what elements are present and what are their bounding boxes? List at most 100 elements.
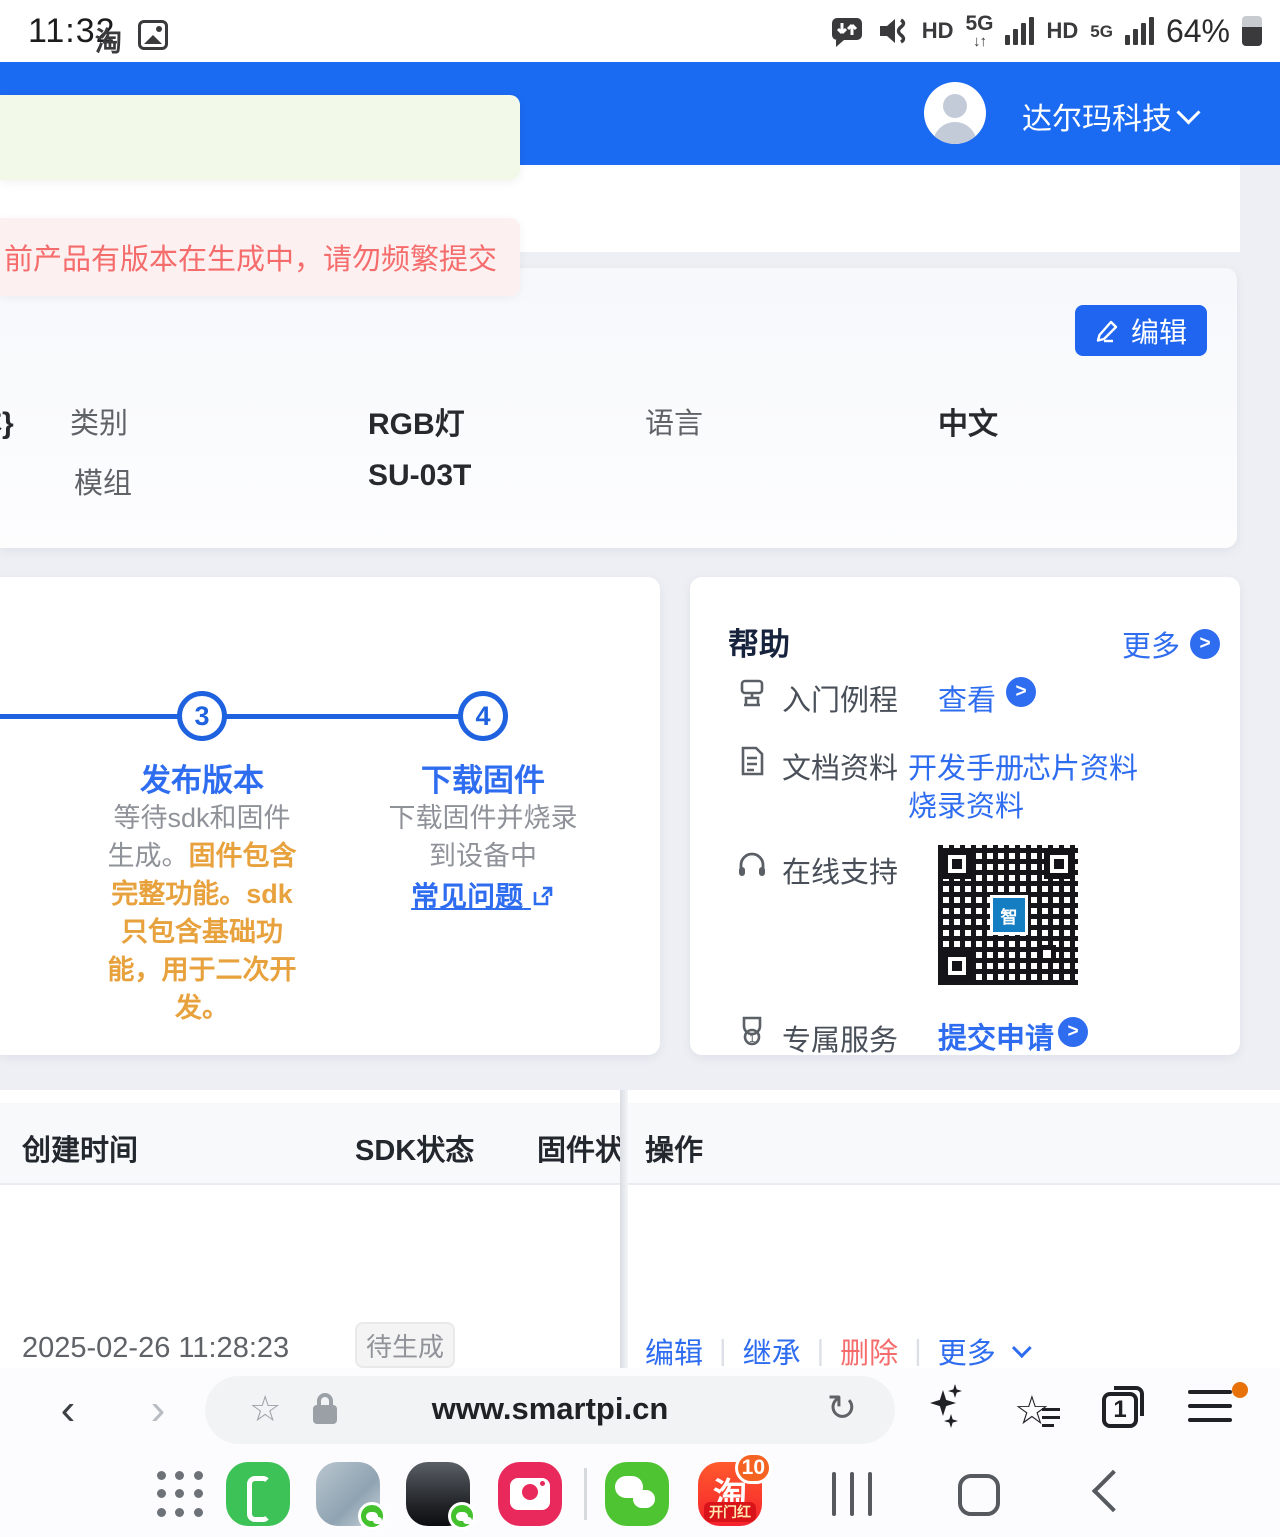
- dock-divider: [584, 1468, 587, 1520]
- account-name[interactable]: 达尔玛科技: [1022, 94, 1172, 138]
- browser-forward-button[interactable]: ›: [138, 1386, 178, 1434]
- taobao-notification-icon: 淘: [95, 20, 122, 59]
- col-created: 创建时间: [22, 1127, 138, 1169]
- chevron-down-icon[interactable]: [1178, 102, 1200, 124]
- action-delete[interactable]: 删除: [840, 1330, 898, 1372]
- step-4-description: 下载固件并烧录到设备中: [385, 799, 581, 875]
- 5g-signal-icon: 5G: [1090, 23, 1113, 40]
- menu-notification-dot: [1232, 1382, 1248, 1398]
- col-firmware-status: 固件状: [537, 1127, 624, 1169]
- browser-menu-button[interactable]: [1188, 1390, 1244, 1446]
- steps-progress-line: [0, 714, 483, 719]
- wechat-badge-icon: [448, 1502, 476, 1530]
- example-icon: [736, 677, 768, 709]
- wechat-badge-icon: [358, 1502, 386, 1530]
- screenshot-notification-icon: [138, 20, 168, 50]
- submit-application-link[interactable]: 提交申请: [938, 1015, 1054, 1057]
- table-header-row: 创建时间 SDK状态 固件状 操作: [0, 1103, 1280, 1185]
- document-icon: [736, 745, 768, 777]
- phone-app-icon[interactable]: [226, 1462, 290, 1526]
- edit-button-label: 编辑: [1131, 311, 1187, 351]
- pencil-icon: [1095, 318, 1121, 344]
- chevron-right-circle-icon[interactable]: >: [1058, 1017, 1088, 1047]
- refresh-icon[interactable]: ↻: [827, 1387, 857, 1429]
- action-more[interactable]: 更多: [938, 1330, 996, 1372]
- url-bar[interactable]: ☆ www.smartpi.cn ↻: [205, 1376, 895, 1444]
- chevron-right-circle-icon[interactable]: >: [1006, 677, 1036, 707]
- signal-bars-icon: [1005, 17, 1034, 45]
- qr-center-logo: 智: [990, 895, 1028, 935]
- sms-arrows-icon: [830, 14, 864, 48]
- avatar[interactable]: [924, 82, 986, 144]
- field-label-language: 语言: [645, 400, 703, 442]
- action-inherit[interactable]: 继承: [743, 1330, 801, 1372]
- 5g-data-icon: 5G↓↑: [965, 13, 993, 49]
- step-4-title: 下载固件: [363, 755, 603, 800]
- row-created-at: 2025-02-26 11:28:23: [22, 1332, 289, 1365]
- browser-back-button[interactable]: ‹: [48, 1386, 88, 1434]
- contact-shortcut-1[interactable]: [316, 1462, 380, 1526]
- help-card: 帮助 更多> 入门例程 查看 > 文档资料 开发手册 芯片资料 烧录资料 在线支…: [690, 577, 1240, 1055]
- row-actions: 编辑 | 继承 | 删除 | 更多: [645, 1330, 1026, 1372]
- wechat-app-icon[interactable]: [605, 1462, 669, 1526]
- step-4-circle: 4: [458, 691, 508, 741]
- versions-table: 创建时间 SDK状态 固件状 操作 2025-02-26 11:28:23 待生…: [0, 1090, 1280, 1368]
- mute-vibrate-icon: [876, 14, 910, 48]
- edit-button[interactable]: 编辑: [1075, 305, 1207, 356]
- contact-shortcut-2[interactable]: [406, 1462, 470, 1526]
- step-3-circle: 3: [177, 691, 227, 741]
- battery-percent: 64%: [1166, 13, 1230, 50]
- clipped-version-text: 本}: [0, 398, 14, 442]
- recents-button[interactable]: [832, 1472, 872, 1516]
- taobao-banner: 开门红: [704, 1502, 756, 1522]
- tab-count: 1: [1102, 1392, 1138, 1428]
- taobao-app-icon[interactable]: 淘 开门红 10: [698, 1462, 762, 1526]
- field-label-category: 类别: [70, 400, 128, 442]
- app-drawer-button[interactable]: [152, 1466, 208, 1522]
- help-title: 帮助: [728, 619, 790, 664]
- help-row2-label: 文档资料: [782, 745, 898, 787]
- system-back-button[interactable]: [1092, 1470, 1134, 1512]
- toast-success: [0, 95, 520, 180]
- fixed-column-divider: [620, 1090, 628, 1368]
- dev-manual-link[interactable]: 开发手册: [908, 745, 1024, 787]
- url-text[interactable]: www.smartpi.cn: [205, 1391, 895, 1427]
- taobao-notification-badge: 10: [735, 1452, 772, 1484]
- col-sdk-status: SDK状态: [355, 1127, 474, 1169]
- browser-toolbar: ‹ › ☆ www.smartpi.cn ↻ ☆ 1: [0, 1368, 1280, 1454]
- faq-link[interactable]: 常见问题: [403, 875, 563, 915]
- toast-warning-text: 前产品有版本在生成中，请勿频繁提交: [4, 236, 497, 278]
- field-label-module: 模组: [74, 460, 132, 502]
- medal-icon: 1: [736, 1015, 768, 1047]
- help-row1-label: 入门例程: [782, 677, 898, 719]
- view-examples-link[interactable]: 查看: [938, 677, 996, 719]
- chevron-right-circle-icon: >: [1190, 629, 1220, 659]
- headset-icon: [736, 849, 768, 881]
- chip-docs-link[interactable]: 芯片资料: [1022, 745, 1138, 787]
- camera-app-icon[interactable]: [498, 1462, 562, 1526]
- field-value-category: RGB灯: [368, 399, 465, 443]
- sdk-status-badge: 待生成: [355, 1322, 455, 1368]
- ai-assistant-icon[interactable]: [920, 1382, 976, 1438]
- help-row3-label: 在线支持: [782, 849, 898, 891]
- bookmarks-icon[interactable]: ☆: [1012, 1382, 1068, 1438]
- battery-icon: [1242, 16, 1262, 46]
- field-value-module: SU-03T: [368, 459, 471, 493]
- flashing-docs-link[interactable]: 烧录资料: [908, 783, 1024, 825]
- step-3-title: 发布版本: [82, 755, 322, 800]
- home-button[interactable]: [958, 1474, 1000, 1516]
- workflow-steps-card: 3 4 发布版本 下载固件 等待sdk和固件生成。固件包含完整功能。sdk只包含…: [0, 577, 660, 1055]
- external-link-icon: [531, 884, 555, 908]
- support-qr-code: 智: [938, 845, 1078, 985]
- hd-indicator: HD: [922, 18, 954, 44]
- col-actions: 操作: [645, 1127, 703, 1169]
- help-more-link[interactable]: 更多>: [1122, 623, 1220, 665]
- action-edit[interactable]: 编辑: [645, 1330, 703, 1372]
- product-info-card: 本} 编辑 类别 RGB灯 语言 中文 模组 SU-03T: [0, 268, 1237, 548]
- svg-text:1: 1: [749, 1033, 755, 1045]
- dock-bar: 淘 开门红 10: [0, 1454, 1280, 1537]
- toast-warning: 前产品有版本在生成中，请勿频繁提交: [0, 218, 520, 296]
- status-bar: 11:32 淘 HD 5G↓↑ HD 5G 64%: [0, 0, 1280, 62]
- phone-screen: 11:32 淘 HD 5G↓↑ HD 5G 64% 达尔玛科技 本}: [0, 0, 1280, 1537]
- tabs-button[interactable]: 1: [1096, 1382, 1152, 1438]
